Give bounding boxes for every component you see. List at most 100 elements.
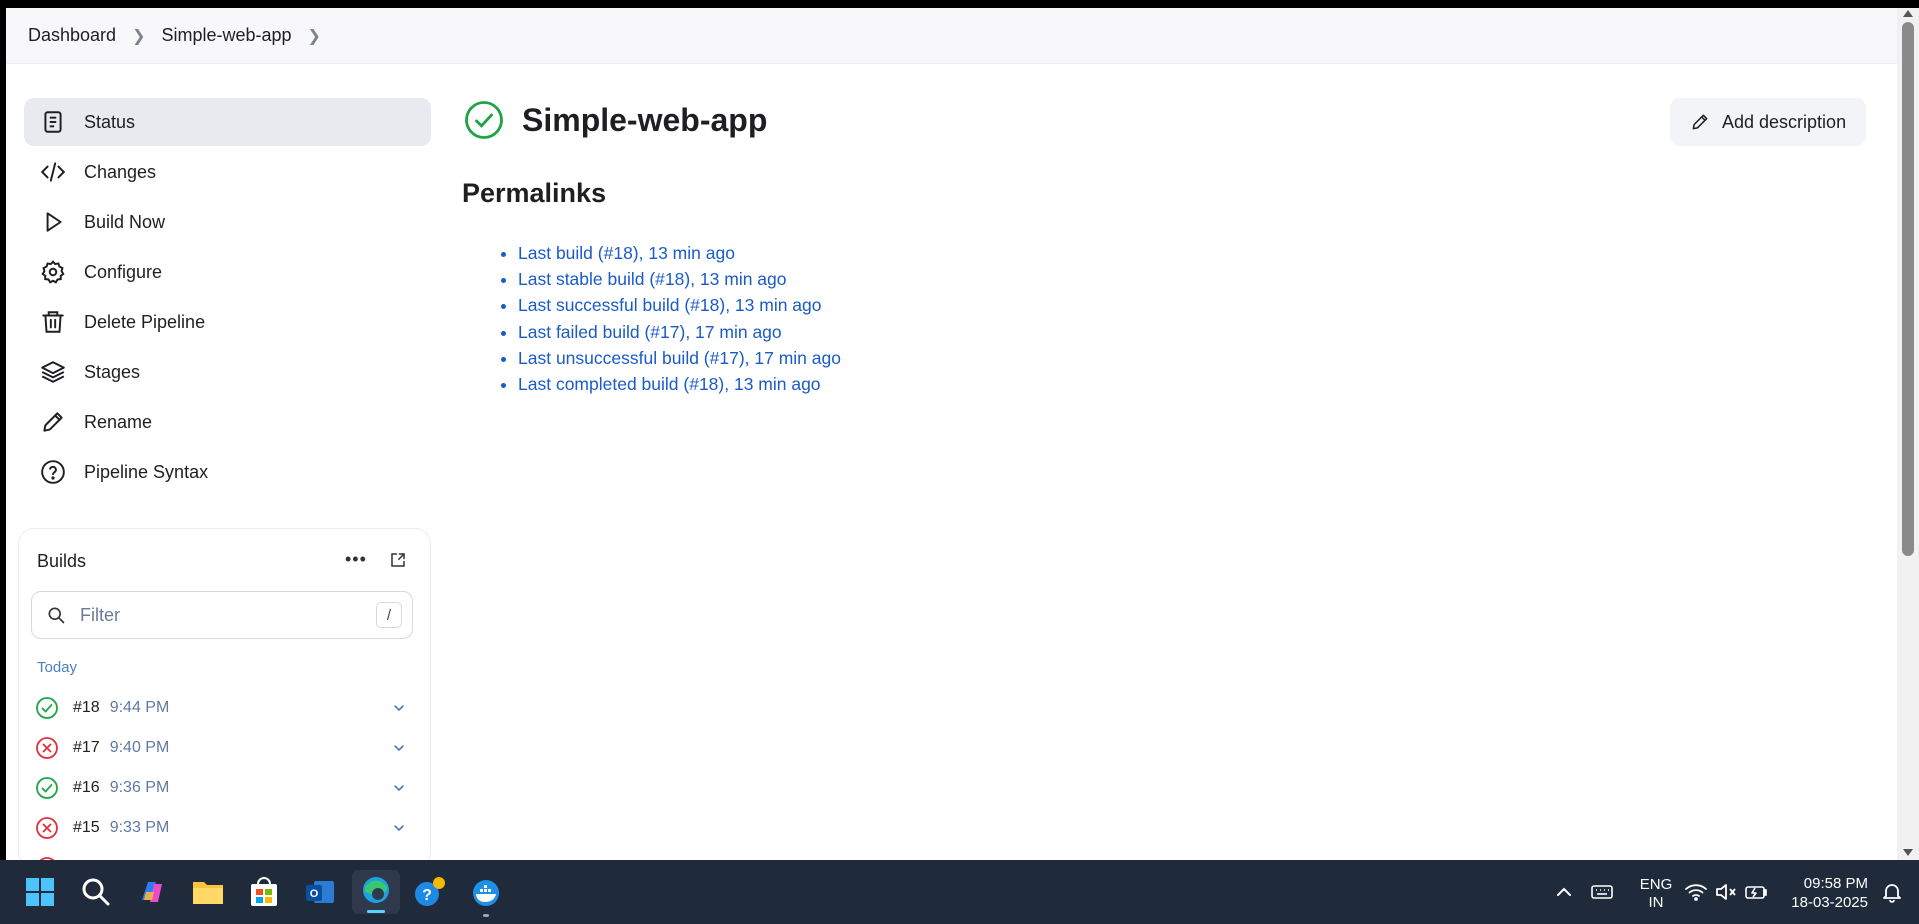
windows-logo-icon <box>26 878 54 906</box>
list-item: Last successful build (#18), 13 min ago <box>518 292 841 318</box>
sidebar-item-label: Rename <box>84 411 153 432</box>
scroll-down-arrow-icon[interactable] <box>1903 849 1913 856</box>
copilot-icon <box>142 882 162 902</box>
sidebar-item-rename[interactable]: Rename <box>24 398 431 446</box>
start-button[interactable] <box>20 872 60 912</box>
add-description-button[interactable]: Add description <box>1670 98 1866 146</box>
build-row[interactable]: #16 9:36 PM <box>35 770 415 806</box>
permalink-last-completed-build[interactable]: Last completed build (#18), 13 min ago <box>518 374 821 394</box>
filter-input[interactable] <box>78 603 368 627</box>
sidebar-item-pipeline-syntax[interactable]: Pipeline Syntax <box>24 448 431 496</box>
copilot-app-icon[interactable] <box>132 872 172 912</box>
notification-bell-icon[interactable] <box>1880 880 1904 904</box>
list-item: Last failed build (#17), 17 min ago <box>518 319 841 345</box>
build-time: 9:33 PM <box>109 819 170 836</box>
clock-time: 09:58 PM <box>1803 875 1868 892</box>
battery-charging-icon[interactable] <box>1744 880 1768 904</box>
pencil-icon <box>43 412 63 432</box>
store-app-icon[interactable] <box>244 872 284 912</box>
build-number[interactable]: #16 <box>73 779 100 797</box>
build-number[interactable]: #15 <box>73 819 100 837</box>
sidebar: Status Changes Build Now Configure Delet… <box>24 98 431 498</box>
scrollbar-thumb[interactable] <box>1902 22 1914 556</box>
permalink-last-build[interactable]: Last build (#18), 13 min ago <box>518 243 735 263</box>
permalinks-heading: Permalinks <box>462 178 607 208</box>
permalink-last-successful-build[interactable]: Last successful build (#18), 13 min ago <box>518 295 822 315</box>
permalink-last-failed-build[interactable]: Last failed build (#17), 17 min ago <box>518 322 782 342</box>
pencil-icon <box>1692 114 1708 130</box>
code-icon <box>40 162 66 182</box>
chevron-down-icon[interactable] <box>391 820 407 836</box>
breadcrumb: Dashboard ❯ Simple-web-app ❯ <box>6 8 1897 64</box>
svg-text:?: ? <box>422 887 432 904</box>
chevron-down-icon[interactable] <box>391 780 407 796</box>
expand-icon[interactable] <box>389 551 407 569</box>
breadcrumb-simple-web-app[interactable]: Simple-web-app <box>161 25 291 46</box>
system-clock[interactable]: 09:58 PM 18-03-2025 <box>1780 874 1868 912</box>
sidebar-item-stages[interactable]: Stages <box>24 348 431 396</box>
builds-title: Builds <box>37 551 87 571</box>
permalink-last-stable-build[interactable]: Last stable build (#18), 13 min ago <box>518 269 787 289</box>
chevron-up-icon[interactable] <box>1552 880 1576 904</box>
builds-group-label: Today <box>37 659 78 676</box>
more-options-icon[interactable]: ••• <box>345 549 367 570</box>
outlook-app-icon[interactable]: O <box>300 872 340 912</box>
clipboard-icon <box>44 111 62 133</box>
play-icon <box>46 212 62 232</box>
browser-viewport: Dashboard ❯ Simple-web-app ❯ Status Chan… <box>6 8 1897 860</box>
chevron-right-icon[interactable]: ❯ <box>308 26 321 46</box>
file-explorer-app-icon[interactable] <box>188 872 228 912</box>
folder-icon <box>193 882 223 904</box>
taskbar: O ? ENG IN 09:58 PM 18-03-2025 <box>0 860 1919 924</box>
keyboard-icon[interactable] <box>1590 880 1614 904</box>
sidebar-item-status[interactable]: Status <box>24 98 431 146</box>
page-scrollbar[interactable] <box>1897 8 1919 860</box>
sidebar-item-label: Configure <box>84 261 163 282</box>
store-bag-icon <box>251 877 277 906</box>
sidebar-item-configure[interactable]: Configure <box>24 248 431 296</box>
sidebar-item-label: Build Now <box>84 211 166 232</box>
running-app-indicator <box>483 914 489 917</box>
active-app-indicator <box>367 910 385 913</box>
permalinks-list: Last build (#18), 13 min ago Last stable… <box>496 240 841 397</box>
help-app-icon[interactable]: ? <box>410 872 450 912</box>
list-item: Last stable build (#18), 13 min ago <box>518 266 841 292</box>
build-number[interactable]: #17 <box>73 739 100 757</box>
trash-icon <box>42 311 64 333</box>
success-check-icon <box>36 697 58 719</box>
breadcrumb-dashboard[interactable]: Dashboard <box>28 25 116 46</box>
failed-x-icon <box>36 817 58 839</box>
sidebar-item-label: Stages <box>84 361 141 382</box>
success-check-icon <box>465 101 503 139</box>
add-description-label: Add description <box>1722 111 1847 132</box>
permalink-last-unsuccessful-build[interactable]: Last unsuccessful build (#17), 17 min ag… <box>518 348 841 368</box>
build-row[interactable]: #17 9:40 PM <box>35 730 415 766</box>
search-icon <box>82 878 110 906</box>
language-indicator[interactable]: ENG IN <box>1636 876 1676 912</box>
sidebar-item-build-now[interactable]: Build Now <box>24 198 431 246</box>
edge-browser-icon <box>363 877 389 903</box>
filter-shortcut-key: / <box>376 602 402 628</box>
build-row[interactable]: #18 9:44 PM <box>35 690 415 726</box>
chevron-down-icon[interactable] <box>391 740 407 756</box>
taskbar-search-button[interactable] <box>76 872 116 912</box>
page-title: Simple-web-app <box>522 101 768 138</box>
outlook-icon: O <box>306 881 334 903</box>
builds-panel: Builds ••• / Today #18 9:44 PM #17 9:40 … <box>18 528 431 860</box>
wifi-icon[interactable] <box>1684 880 1708 904</box>
language-region: IN <box>1648 894 1664 911</box>
build-number[interactable]: #18 <box>73 699 100 717</box>
docker-app-icon[interactable] <box>466 872 506 917</box>
svg-text:O: O <box>310 888 319 900</box>
build-row[interactable]: #15 9:33 PM <box>35 810 415 846</box>
build-time: 9:36 PM <box>109 779 170 796</box>
scroll-up-arrow-icon[interactable] <box>1903 10 1913 17</box>
edge-app-icon-active[interactable] <box>352 870 400 914</box>
sidebar-item-changes[interactable]: Changes <box>24 148 431 196</box>
build-time: 9:44 PM <box>109 699 170 716</box>
build-row[interactable] <box>35 850 415 860</box>
sidebar-item-delete-pipeline[interactable]: Delete Pipeline <box>24 298 431 346</box>
speaker-muted-icon[interactable] <box>1714 880 1738 904</box>
chevron-down-icon[interactable] <box>391 700 407 716</box>
chevron-right-icon: ❯ <box>132 27 146 45</box>
